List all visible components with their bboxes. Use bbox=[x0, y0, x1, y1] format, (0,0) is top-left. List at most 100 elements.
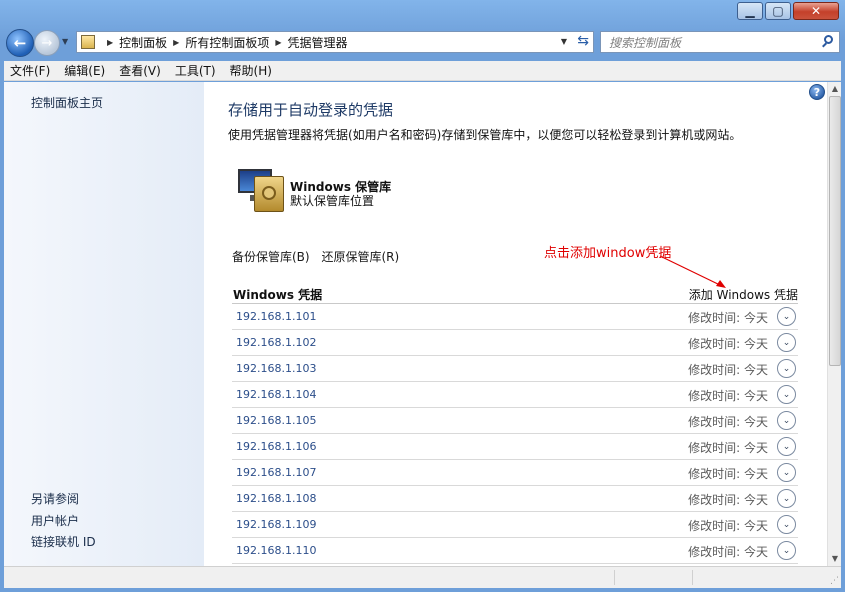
expand-chevron-icon[interactable]: ⌄ bbox=[777, 437, 796, 456]
menu-file[interactable]: 文件(F) bbox=[10, 62, 50, 79]
expand-chevron-icon[interactable]: ⌄ bbox=[777, 541, 796, 560]
credential-name: 192.168.1.106 bbox=[236, 440, 317, 453]
scroll-thumb[interactable] bbox=[829, 96, 841, 366]
expand-chevron-icon[interactable]: ⌄ bbox=[777, 489, 796, 508]
credential-name: 192.168.1.103 bbox=[236, 362, 317, 375]
section-title: Windows 凭据 bbox=[233, 288, 323, 302]
credential-row[interactable]: 192.168.1.105 修改时间: 今天 ⌄ bbox=[232, 408, 798, 434]
menu-view[interactable]: 查看(V) bbox=[119, 62, 161, 79]
credential-row[interactable]: 192.168.1.103 修改时间: 今天 ⌄ bbox=[232, 356, 798, 382]
title-bar-controls: ▁ ▢ ✕ bbox=[737, 2, 839, 20]
windows-credentials-header: Windows 凭据 添加 Windows 凭据 bbox=[232, 282, 798, 304]
search-icon[interactable] bbox=[821, 34, 835, 48]
search-placeholder: 搜索控制面板 bbox=[609, 35, 682, 50]
credential-row[interactable]: 192.168.1.102 修改时间: 今天 ⌄ bbox=[232, 330, 798, 356]
breadcrumb-all-items[interactable]: 所有控制面板项 bbox=[185, 34, 269, 51]
menu-help[interactable]: 帮助(H) bbox=[230, 62, 272, 79]
expand-chevron-icon[interactable]: ⌄ bbox=[777, 411, 796, 430]
credential-name: 192.168.1.104 bbox=[236, 388, 317, 401]
sidebar-see-also-title: 另请参阅 bbox=[31, 492, 80, 506]
add-windows-credential-link[interactable]: 添加 Windows 凭据 bbox=[689, 286, 798, 303]
expand-chevron-icon[interactable]: ⌄ bbox=[777, 385, 796, 404]
resize-grip-icon[interactable]: ⋰ bbox=[830, 576, 839, 586]
arrow-right-icon: → bbox=[41, 35, 53, 51]
expand-chevron-icon[interactable]: ⌄ bbox=[777, 307, 796, 326]
credential-row[interactable]: 192.168.1.106 修改时间: 今天 ⌄ bbox=[232, 434, 798, 460]
credential-row[interactable]: 192.168.1.104 修改时间: 今天 ⌄ bbox=[232, 382, 798, 408]
refresh-icon[interactable]: ⇆ bbox=[577, 33, 589, 49]
status-bar: ⋰ bbox=[4, 566, 841, 588]
scroll-down-icon[interactable]: ▼ bbox=[828, 552, 842, 566]
recent-pages-dropdown[interactable]: ▼ bbox=[62, 37, 68, 46]
help-icon[interactable]: ? bbox=[809, 84, 825, 100]
credential-row[interactable]: 192.168.1.108 修改时间: 今天 ⌄ bbox=[232, 486, 798, 512]
arrow-left-icon: ← bbox=[13, 34, 27, 52]
minimize-icon: ▁ bbox=[745, 4, 755, 18]
status-divider bbox=[692, 570, 693, 585]
credential-modified: 修改时间: 今天 bbox=[688, 545, 768, 559]
close-button[interactable]: ✕ bbox=[793, 2, 839, 20]
credential-modified: 修改时间: 今天 bbox=[688, 467, 768, 481]
sidebar-link-user-accounts[interactable]: 用户帐户 bbox=[31, 512, 79, 529]
expand-chevron-icon[interactable]: ⌄ bbox=[777, 463, 796, 482]
vertical-scrollbar[interactable]: ▲ ▼ bbox=[827, 82, 841, 566]
chevron-right-icon[interactable]: ▶ bbox=[107, 38, 113, 47]
chevron-right-icon[interactable]: ▶ bbox=[173, 38, 179, 47]
vault-actions: 备份保管库(B) 还原保管库(R) bbox=[232, 248, 407, 265]
breadcrumb-control-panel[interactable]: 控制面板 bbox=[119, 34, 167, 51]
credential-modified: 修改时间: 今天 bbox=[688, 415, 768, 429]
chevron-right-icon[interactable]: ▶ bbox=[275, 38, 281, 47]
credential-name: 192.168.1.107 bbox=[236, 466, 317, 479]
credential-row[interactable]: 192.168.1.109 修改时间: 今天 ⌄ bbox=[232, 512, 798, 538]
status-divider bbox=[614, 570, 615, 585]
main-panel: ? 存储用于自动登录的凭据 使用凭据管理器将凭据(如用户名和密码)存储到保管库中… bbox=[204, 82, 827, 566]
credential-list: 192.168.1.101 修改时间: 今天 ⌄ 192.168.1.102 修改时间:… bbox=[232, 304, 798, 564]
page-description: 使用凭据管理器将凭据(如用户名和密码)存储到保管库中，以便您可以轻松登录到计算机… bbox=[228, 128, 742, 142]
annotation-text: 点击添加window凭据 bbox=[544, 246, 672, 261]
maximize-icon: ▢ bbox=[772, 4, 784, 18]
vault-subtitle: 默认保管库位置 bbox=[290, 194, 375, 208]
scroll-up-icon[interactable]: ▲ bbox=[828, 82, 842, 96]
credential-modified: 修改时间: 今天 bbox=[688, 441, 768, 455]
address-bar[interactable]: ▶ 控制面板 ▶ 所有控制面板项 ▶ 凭据管理器 ▼ ⇆ bbox=[76, 31, 594, 53]
credential-name: 192.168.1.108 bbox=[236, 492, 317, 505]
menu-tools[interactable]: 工具(T) bbox=[175, 62, 216, 79]
credential-modified: 修改时间: 今天 bbox=[688, 389, 768, 403]
page-title: 存储用于自动登录的凭据 bbox=[228, 101, 394, 119]
credential-manager-window: ▁ ▢ ✕ ← → ▼ ▶ 控制面板 ▶ 所有控制面板项 ▶ 凭据管理器 ▼ ⇆… bbox=[0, 0, 845, 592]
vault-icon bbox=[238, 166, 290, 216]
control-panel-icon bbox=[81, 35, 95, 49]
sidebar-link-online-id[interactable]: 链接联机 ID bbox=[31, 533, 96, 550]
credential-modified: 修改时间: 今天 bbox=[688, 337, 768, 351]
backup-vault-link[interactable]: 备份保管库(B) bbox=[232, 250, 310, 264]
credential-modified: 修改时间: 今天 bbox=[688, 311, 768, 325]
expand-chevron-icon[interactable]: ⌄ bbox=[777, 359, 796, 378]
credential-name: 192.168.1.102 bbox=[236, 336, 317, 349]
credential-modified: 修改时间: 今天 bbox=[688, 363, 768, 377]
expand-chevron-icon[interactable]: ⌄ bbox=[777, 333, 796, 352]
credential-name: 192.168.1.101 bbox=[236, 310, 317, 323]
credential-name: 192.168.1.105 bbox=[236, 414, 317, 427]
sidebar: 控制面板主页 另请参阅 用户帐户 链接联机 ID bbox=[4, 82, 204, 566]
forward-button[interactable]: → bbox=[34, 30, 60, 56]
maximize-button[interactable]: ▢ bbox=[765, 2, 791, 20]
credential-row[interactable]: 192.168.1.101 修改时间: 今天 ⌄ bbox=[232, 304, 798, 330]
restore-vault-link[interactable]: 还原保管库(R) bbox=[321, 250, 399, 264]
breadcrumb-credential-manager[interactable]: 凭据管理器 bbox=[288, 34, 348, 51]
credential-name: 192.168.1.109 bbox=[236, 518, 317, 531]
credential-name: 192.168.1.110 bbox=[236, 544, 317, 557]
menu-edit[interactable]: 编辑(E) bbox=[64, 62, 105, 79]
credential-row[interactable]: 192.168.1.110 修改时间: 今天 ⌄ bbox=[232, 538, 798, 564]
minimize-button[interactable]: ▁ bbox=[737, 2, 763, 20]
sidebar-link-home[interactable]: 控制面板主页 bbox=[31, 94, 103, 111]
credential-row[interactable]: 192.168.1.107 修改时间: 今天 ⌄ bbox=[232, 460, 798, 486]
credential-modified: 修改时间: 今天 bbox=[688, 493, 768, 507]
address-dropdown-icon[interactable]: ▼ bbox=[561, 37, 567, 46]
credential-modified: 修改时间: 今天 bbox=[688, 519, 768, 533]
search-input[interactable]: 搜索控制面板 bbox=[600, 31, 840, 53]
menu-bar: 文件(F) 编辑(E) 查看(V) 工具(T) 帮助(H) bbox=[4, 61, 841, 81]
back-button[interactable]: ← bbox=[6, 29, 34, 57]
close-icon: ✕ bbox=[810, 4, 822, 18]
navigation-row: ← → ▼ ▶ 控制面板 ▶ 所有控制面板项 ▶ 凭据管理器 ▼ ⇆ 搜索控制面… bbox=[4, 28, 841, 58]
expand-chevron-icon[interactable]: ⌄ bbox=[777, 515, 796, 534]
